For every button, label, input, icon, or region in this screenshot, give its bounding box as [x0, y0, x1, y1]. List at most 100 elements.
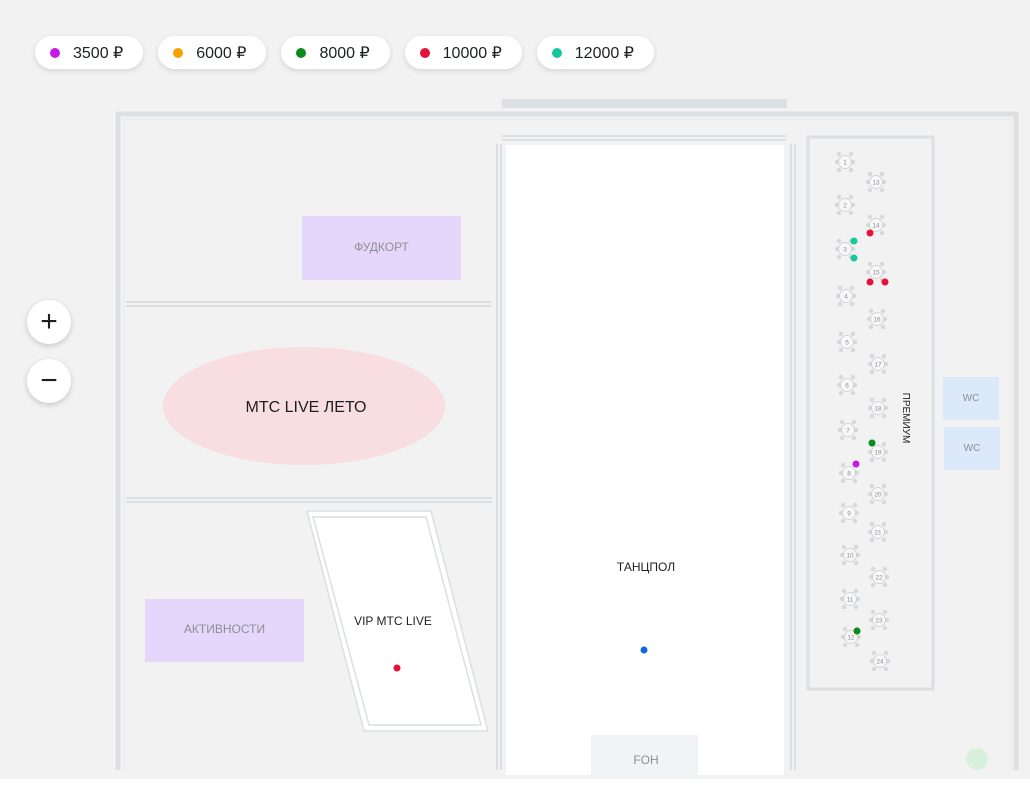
- table-1[interactable]: 1: [834, 151, 856, 173]
- table-2[interactable]: 2: [834, 194, 856, 216]
- zoom-out-button[interactable]: −: [27, 359, 71, 403]
- table-20[interactable]: 20: [867, 483, 889, 505]
- table-13[interactable]: 13: [865, 171, 887, 193]
- table-number: 1: [843, 160, 847, 167]
- table-number: 12: [847, 635, 855, 642]
- seat: [883, 650, 889, 656]
- seat: [836, 151, 842, 157]
- table-17[interactable]: 17: [867, 353, 889, 375]
- zone-wc-1-label: WC: [963, 393, 980, 404]
- seat: [849, 301, 855, 307]
- available-seat-dot[interactable]: [881, 278, 889, 286]
- available-seat-dot[interactable]: [868, 439, 876, 447]
- table-21[interactable]: 21: [867, 521, 889, 543]
- table-5[interactable]: 5: [836, 331, 858, 353]
- bottom-strip: [0, 779, 1030, 787]
- seat: [869, 521, 875, 527]
- legend-item-3500[interactable]: 3500 ₽: [35, 36, 144, 69]
- seat: [838, 390, 844, 396]
- table-number: 9: [847, 511, 851, 518]
- seat: [879, 261, 885, 267]
- table-number: 17: [874, 362, 882, 369]
- seat: [850, 347, 856, 353]
- seat: [839, 419, 845, 425]
- table-number: 11: [847, 597, 854, 604]
- seat: [869, 483, 875, 489]
- seat: [881, 413, 887, 419]
- table-number: 8: [847, 471, 851, 478]
- seat: [871, 650, 877, 656]
- seat: [852, 502, 858, 508]
- seat: [838, 347, 844, 353]
- seat: [836, 238, 842, 244]
- available-seat-dot[interactable]: [866, 278, 874, 286]
- seat: [870, 566, 876, 572]
- seat: [881, 353, 887, 359]
- seat: [869, 397, 875, 403]
- zone-premium-label: ПРЕМИУМ: [900, 393, 911, 444]
- seat: [853, 544, 859, 550]
- table-4[interactable]: 4: [835, 285, 857, 307]
- legend-label: 8000 ₽: [319, 44, 370, 62]
- legend-item-6000[interactable]: 6000 ₽: [158, 36, 267, 69]
- zone-dancefloor[interactable]: [506, 145, 784, 775]
- zone-vip-label: VIP МТС LIVE: [354, 614, 432, 628]
- legend-label: 10000 ₽: [442, 44, 502, 62]
- table-24[interactable]: 24: [869, 650, 891, 672]
- table-23[interactable]: 23: [868, 609, 890, 631]
- legend-item-8000[interactable]: 8000 ₽: [281, 36, 390, 69]
- table-number: 14: [872, 223, 880, 230]
- available-seat-dot[interactable]: [866, 229, 874, 237]
- table-7[interactable]: 7: [837, 419, 859, 441]
- legend-item-10000[interactable]: 10000 ₽: [404, 36, 522, 69]
- seat: [854, 642, 860, 648]
- zone-activities-label: АКТИВНОСТИ: [184, 622, 265, 636]
- seat: [868, 308, 874, 314]
- seat: [841, 544, 847, 550]
- table-16[interactable]: 16: [866, 308, 888, 330]
- zoom-in-button[interactable]: +: [27, 300, 71, 344]
- status-indicator: [966, 748, 988, 770]
- seat: [836, 167, 842, 173]
- table-22[interactable]: 22: [868, 566, 890, 588]
- available-seat-dot[interactable]: [640, 646, 648, 654]
- seat: [881, 397, 887, 403]
- available-seat-dot[interactable]: [850, 237, 858, 245]
- venue-map[interactable]: ФУДКОРТ МТС LIVE ЛЕТО АКТИВНОСТИ VIP МТС…: [0, 0, 1030, 787]
- seat: [881, 369, 887, 375]
- seat: [882, 609, 888, 615]
- seat: [881, 457, 887, 463]
- seat: [867, 187, 873, 193]
- table-9[interactable]: 9: [838, 502, 860, 524]
- legend-item-12000[interactable]: 12000 ₽: [536, 36, 654, 69]
- table-number: 2: [843, 203, 847, 210]
- table-11[interactable]: 11: [839, 588, 861, 610]
- table-number: 3: [843, 247, 847, 254]
- seat: [849, 285, 855, 291]
- available-seat-dot[interactable]: [393, 664, 401, 672]
- seat: [870, 625, 876, 631]
- seat: [841, 588, 847, 594]
- table-10[interactable]: 10: [839, 544, 861, 566]
- zone-premium[interactable]: [806, 135, 935, 691]
- price-dot-icon: [419, 47, 430, 58]
- seat: [838, 374, 844, 380]
- seat: [840, 518, 846, 524]
- available-seat-dot[interactable]: [852, 460, 860, 468]
- seat: [851, 435, 857, 441]
- seat: [869, 537, 875, 543]
- table-18[interactable]: 18: [867, 397, 889, 419]
- legend-label: 12000 ₽: [574, 44, 634, 62]
- seat: [869, 413, 875, 419]
- table-number: 19: [874, 450, 882, 457]
- table-number: 20: [874, 492, 882, 499]
- seat: [881, 499, 887, 505]
- seat: [883, 666, 889, 672]
- top-bar: [502, 99, 787, 108]
- price-dot-icon: [173, 47, 184, 58]
- seat: [882, 566, 888, 572]
- available-seat-dot[interactable]: [850, 254, 858, 262]
- plus-icon: +: [40, 305, 58, 338]
- table-6[interactable]: 6: [836, 374, 858, 396]
- available-seat-dot[interactable]: [853, 627, 861, 635]
